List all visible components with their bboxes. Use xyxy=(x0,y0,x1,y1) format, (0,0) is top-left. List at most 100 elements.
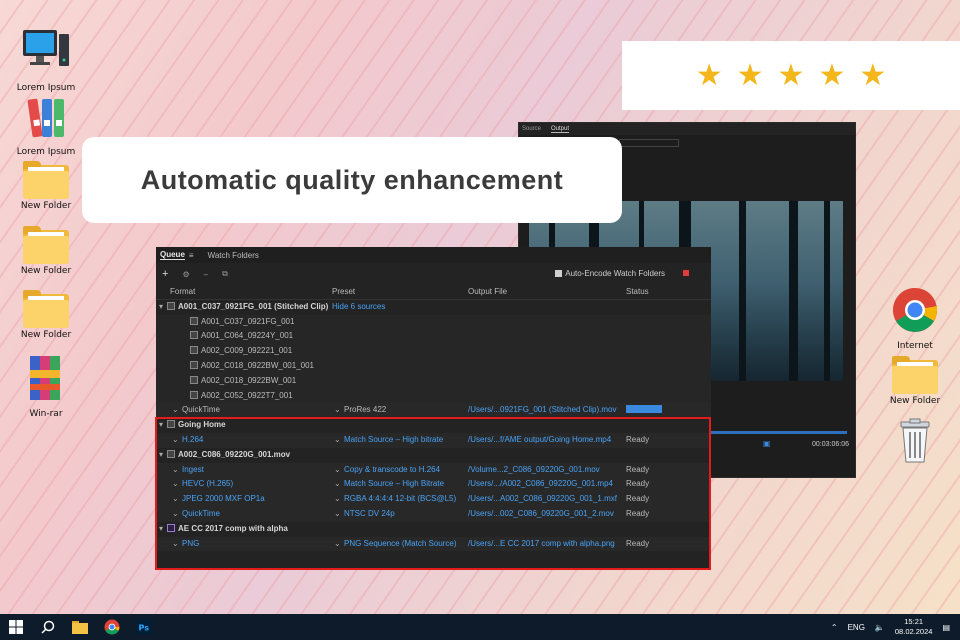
source-cell: A001_C037_0921FG_001 xyxy=(190,315,294,330)
photoshop-icon: Ps xyxy=(136,619,152,635)
start-button[interactable] xyxy=(0,614,32,640)
desktop-icon-binders[interactable]: Lorem Ipsum xyxy=(14,96,78,157)
desktop-icon-label: Lorem Ipsum xyxy=(16,147,76,157)
clip-icon xyxy=(190,331,198,340)
chevron-up-icon[interactable]: ⌃ xyxy=(831,623,838,632)
notification-icon[interactable]: ▤ xyxy=(942,623,950,632)
photoshop-button[interactable]: Ps xyxy=(128,614,160,640)
preview-dropdown[interactable] xyxy=(619,139,679,147)
column-output-file[interactable]: Output File xyxy=(468,285,507,300)
headline-banner: Automatic quality enhancement xyxy=(82,137,622,223)
computer-icon xyxy=(23,30,69,66)
star-icon: ★ xyxy=(859,58,887,92)
star-icon: ★ xyxy=(777,58,805,92)
queue-toolbar: + ⚙ – ⧉ Auto-Encode Watch Folders xyxy=(156,263,711,285)
desktop-icon-label: New Folder xyxy=(889,396,941,406)
auto-encode-label: Auto-Encode Watch Folders xyxy=(565,269,665,278)
star-icon: ★ xyxy=(695,58,723,92)
rating-card: ★ ★ ★ ★ ★ xyxy=(622,41,960,110)
desktop-icon-label: New Folder xyxy=(20,330,72,340)
clock[interactable]: 15:21 08.02.2024 xyxy=(895,617,933,637)
desktop-icon-label: New Folder xyxy=(20,201,72,211)
source-cell: A002_C009_092221_001 xyxy=(190,344,292,359)
column-format[interactable]: Format xyxy=(170,285,195,300)
source-cell: A002_C018_0922BW_001_001 xyxy=(190,359,314,374)
desktop-icon-folder[interactable]: New Folder xyxy=(14,161,78,211)
desktop-icon-recycle-bin[interactable] xyxy=(883,418,947,469)
windows-icon xyxy=(9,620,23,634)
queue-item-row[interactable]: ⌄ QuickTime ⌄ ProRes 422/Users/...0921FG_00… xyxy=(156,403,711,419)
progress-bar xyxy=(626,403,662,418)
svg-text:Ps: Ps xyxy=(139,624,150,633)
remove-icon[interactable]: – xyxy=(204,270,208,279)
marker-icon[interactable]: ▣ xyxy=(763,439,771,448)
highlight-box xyxy=(155,417,711,570)
source-row[interactable]: A002_C009_092221_001 xyxy=(156,344,711,359)
checkbox-icon xyxy=(555,270,563,277)
column-preset[interactable]: Preset xyxy=(332,285,355,300)
source-name: A002_C009_092221_001 xyxy=(201,346,293,356)
clip-icon xyxy=(190,316,198,325)
duplicate-icon[interactable]: ⧉ xyxy=(222,269,228,279)
queue-group-row[interactable]: ▾ A001_C037_0921FG_001 (Stitched Clip) Hid… xyxy=(156,300,711,315)
clip-icon xyxy=(167,301,176,310)
menu-icon[interactable]: ≡ xyxy=(189,251,194,260)
preview-timeline[interactable] xyxy=(709,431,847,434)
desktop-icon-folder[interactable]: New Folder xyxy=(883,356,947,406)
caret-down-icon[interactable]: ▾ xyxy=(159,302,163,311)
settings-icon[interactable]: ⚙ xyxy=(182,270,189,279)
desktop-icon-label: Lorem Ipsum xyxy=(16,83,76,93)
chevron-down-icon[interactable]: ⌄ xyxy=(172,403,182,418)
source-cell: A002_C052_0922T7_001 xyxy=(190,389,293,404)
folder-icon xyxy=(23,226,69,264)
source-row[interactable]: A002_C052_0922T7_001 xyxy=(156,388,711,404)
desktop-icon-computer[interactable]: Lorem Ipsum xyxy=(14,26,78,93)
source-cell: A001_C064_09224Y_001 xyxy=(190,329,293,344)
source-name: A001_C064_09224Y_001 xyxy=(201,331,294,341)
source-row[interactable]: A001_C064_09224Y_001 xyxy=(156,329,711,345)
group-cell: ▾ A001_C037_0921FG_001 (Stitched Clip) xyxy=(159,300,328,315)
output-file-link[interactable]: /Users/...0921FG_001 (Stitched Clip).mov xyxy=(468,403,617,418)
language-indicator[interactable]: ENG xyxy=(848,623,865,632)
file-explorer-button[interactable] xyxy=(64,614,96,640)
clock-date: 08.02.2024 xyxy=(894,627,933,636)
recycle-bin-icon xyxy=(900,418,930,463)
preset-value[interactable]: ProRes 422 xyxy=(344,405,386,414)
source-name: A002_C018_0922BW_001 xyxy=(201,375,297,385)
source-row[interactable]: A002_C018_0922BW_001 xyxy=(156,373,711,389)
folder-icon xyxy=(72,620,88,634)
preset-cell[interactable]: ⌄ ProRes 422 xyxy=(334,403,386,418)
auto-encode-checkbox[interactable]: Auto-Encode Watch Folders xyxy=(555,269,665,278)
source-row[interactable]: A001_C037_0921FG_001 xyxy=(156,314,711,330)
chrome-button[interactable] xyxy=(96,614,128,640)
format-cell[interactable]: ⌄ QuickTime xyxy=(172,403,220,418)
volume-icon[interactable]: 🔈 xyxy=(875,623,885,632)
desktop-icon-folder[interactable]: New Folder xyxy=(14,226,78,276)
desktop-icon-folder[interactable]: New Folder xyxy=(14,290,78,340)
search-icon xyxy=(41,620,55,634)
column-status[interactable]: Status xyxy=(626,285,649,300)
hide-sources-link[interactable]: Hide 6 sources xyxy=(332,300,385,315)
queue-tabs: Queue ≡ Watch Folders xyxy=(156,247,711,263)
source-row[interactable]: A002_C018_0922BW_001_001 xyxy=(156,358,711,374)
tab-watch-folders[interactable]: Watch Folders xyxy=(208,251,259,260)
desktop-icon-label: Win-rar xyxy=(29,409,63,419)
chevron-down-icon[interactable]: ⌄ xyxy=(334,403,344,418)
chrome-icon xyxy=(893,288,937,332)
star-icon: ★ xyxy=(736,58,764,92)
clip-icon xyxy=(190,360,198,369)
tab-queue[interactable]: Queue xyxy=(160,250,185,260)
stop-button[interactable] xyxy=(683,270,689,276)
add-icon[interactable]: + xyxy=(162,268,168,280)
desktop-icon-winrar[interactable]: Win-rar xyxy=(14,354,78,419)
format-value[interactable]: QuickTime xyxy=(182,405,220,414)
folder-icon xyxy=(23,161,69,199)
tab-source[interactable]: Source xyxy=(522,126,541,132)
tab-output[interactable]: Output xyxy=(551,126,570,133)
taskbar: Ps ⌃ ENG 🔈 15:21 08.02.2024 ▤ xyxy=(0,614,960,640)
clip-icon xyxy=(190,375,198,384)
search-button[interactable] xyxy=(32,614,64,640)
chrome-icon xyxy=(104,619,120,635)
folder-icon xyxy=(892,356,938,394)
desktop-icon-internet[interactable]: Internet xyxy=(883,286,947,351)
